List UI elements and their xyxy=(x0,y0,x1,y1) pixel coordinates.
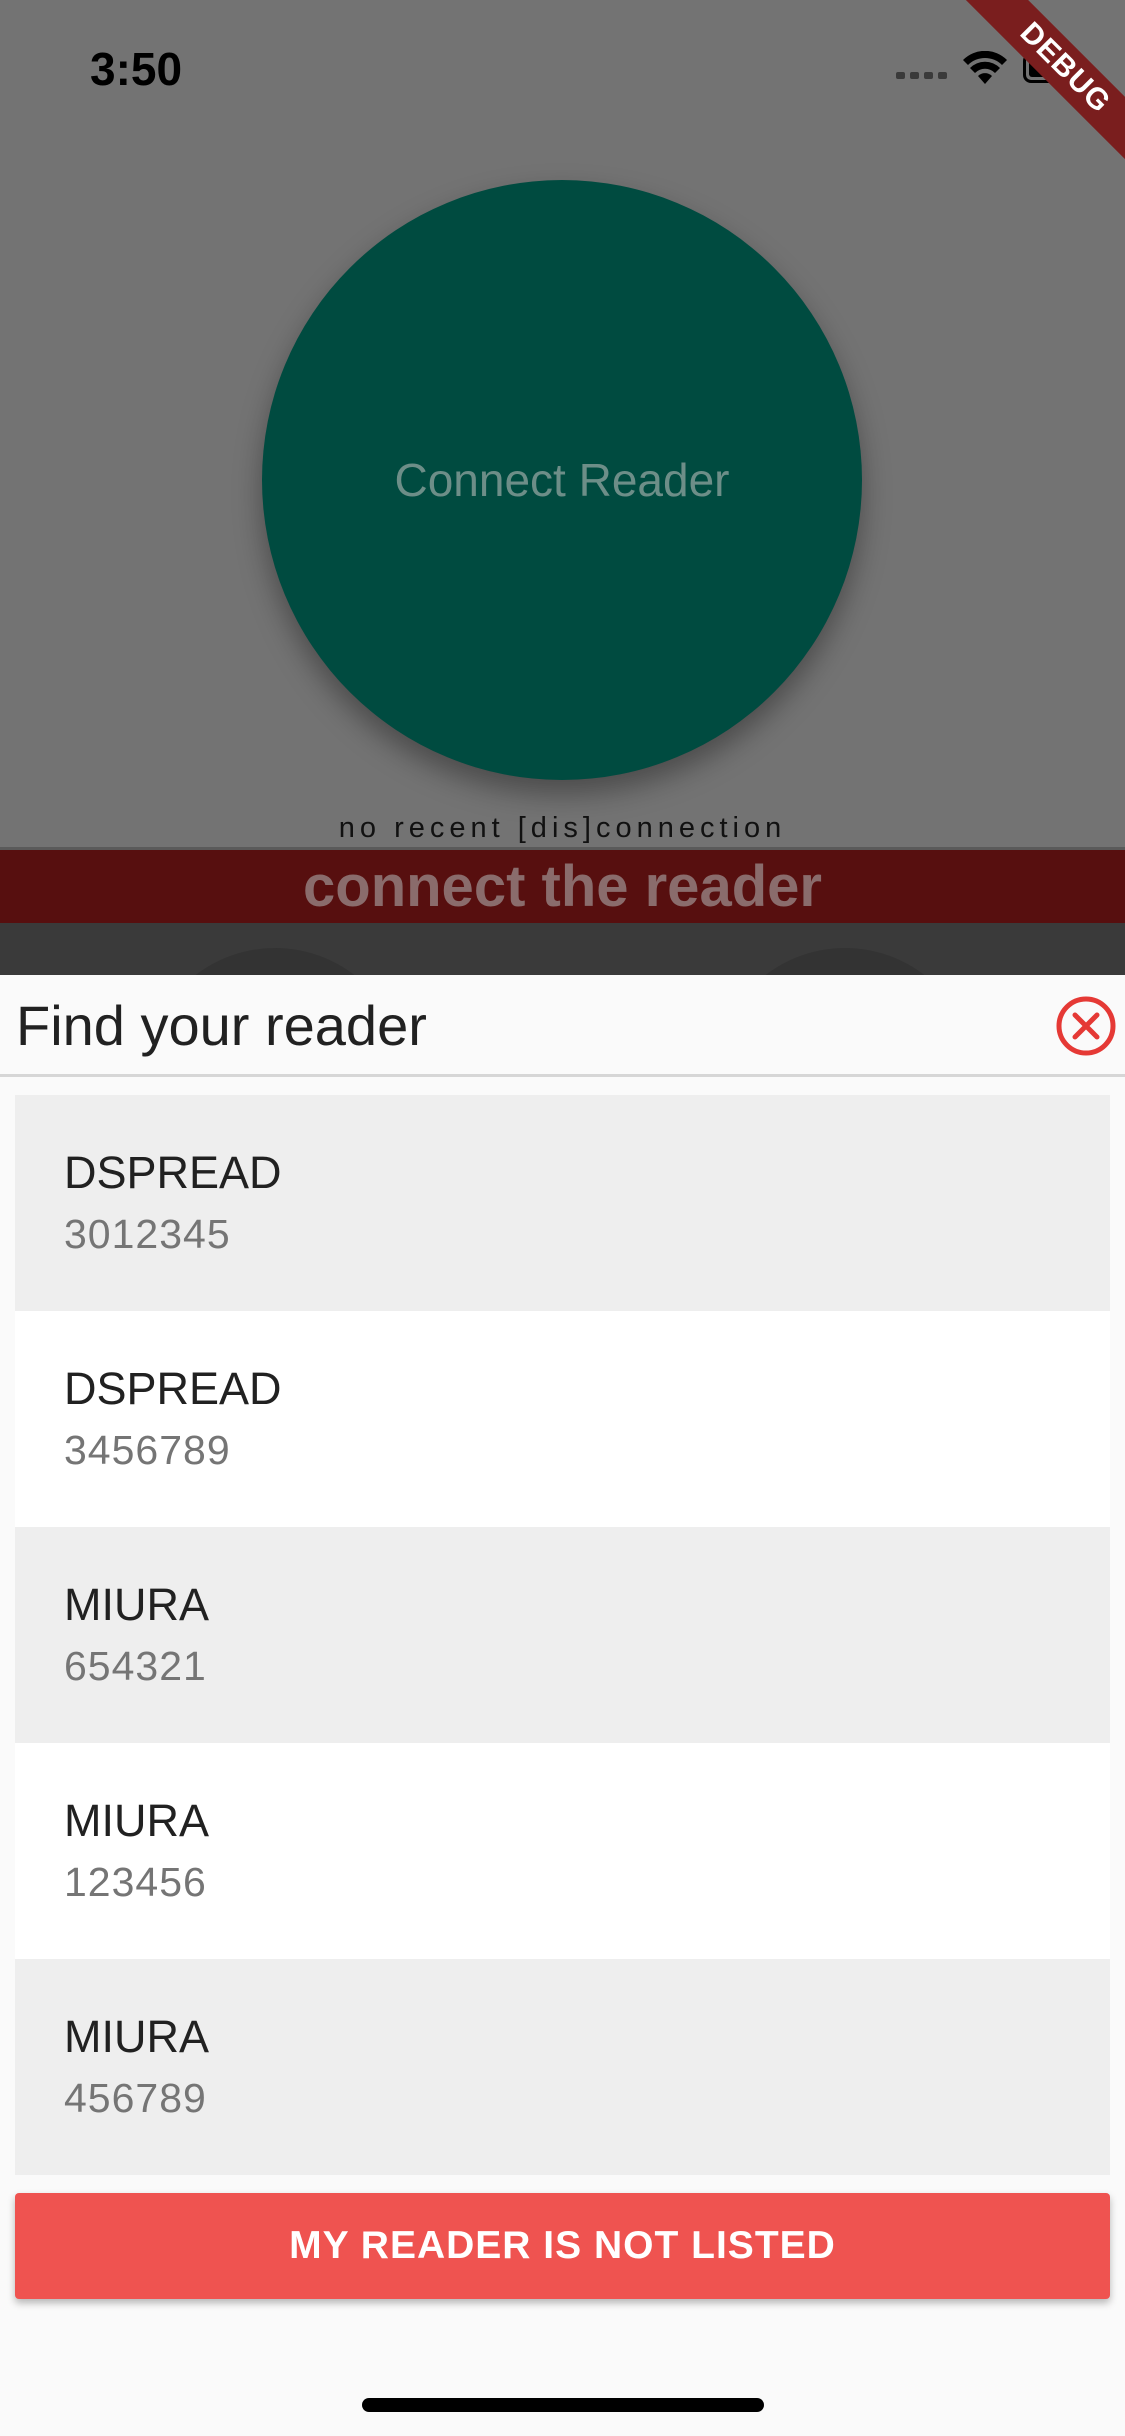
connect-reader-label: Connect Reader xyxy=(394,454,730,506)
debug-ribbon-wrap: DEBUG xyxy=(955,0,1125,170)
reader-not-listed-button[interactable]: MY READER IS NOT LISTED xyxy=(15,2193,1110,2299)
connect-banner: connect the reader xyxy=(0,847,1125,923)
reader-serial: 456789 xyxy=(64,2075,207,2121)
status-time: 3:50 xyxy=(90,43,183,95)
reader-serial: 3456789 xyxy=(64,1427,231,1473)
reader-name: DSPREAD xyxy=(64,1147,282,1198)
signal-dots-icon xyxy=(896,71,947,79)
reader-serial: 123456 xyxy=(64,1859,207,1905)
reader-item[interactable]: DSPREAD 3012345 xyxy=(15,1095,1110,1311)
reader-name: DSPREAD xyxy=(64,1363,282,1414)
reader-name: MIURA xyxy=(64,1795,209,1846)
close-button[interactable] xyxy=(1055,995,1117,1057)
close-circle-icon xyxy=(1056,996,1116,1056)
reader-item[interactable]: DSPREAD 3456789 xyxy=(15,1311,1110,1527)
reader-list: DSPREAD 3012345 DSPREAD 3456789 MIURA 65… xyxy=(15,1095,1110,2175)
reader-name: MIURA xyxy=(64,1579,209,1630)
reader-name: MIURA xyxy=(64,2011,209,2062)
background-strip xyxy=(0,923,1125,975)
connect-banner-text: connect the reader xyxy=(303,854,822,919)
background-shape xyxy=(715,948,975,975)
background-shape xyxy=(145,948,405,975)
reader-item[interactable]: MIURA 456789 xyxy=(15,1959,1110,2175)
reader-serial: 654321 xyxy=(64,1643,207,1689)
home-indicator[interactable] xyxy=(362,2398,764,2412)
reader-item[interactable]: MIURA 123456 xyxy=(15,1743,1110,1959)
debug-ribbon: DEBUG xyxy=(957,0,1125,170)
background-app: 3:50 DEBUG Connect Reader no recent [dis… xyxy=(0,0,1125,975)
find-reader-sheet: Find your reader DSPREAD 3012345 DSPREAD… xyxy=(0,975,1125,2436)
reader-item[interactable]: MIURA 654321 xyxy=(15,1527,1110,1743)
connection-status-text: no recent [dis]connection xyxy=(338,812,787,844)
reader-serial: 3012345 xyxy=(64,1211,231,1257)
connect-reader-button[interactable]: Connect Reader xyxy=(262,180,862,780)
sheet-header: Find your reader xyxy=(0,975,1125,1077)
sheet-title: Find your reader xyxy=(16,994,427,1057)
